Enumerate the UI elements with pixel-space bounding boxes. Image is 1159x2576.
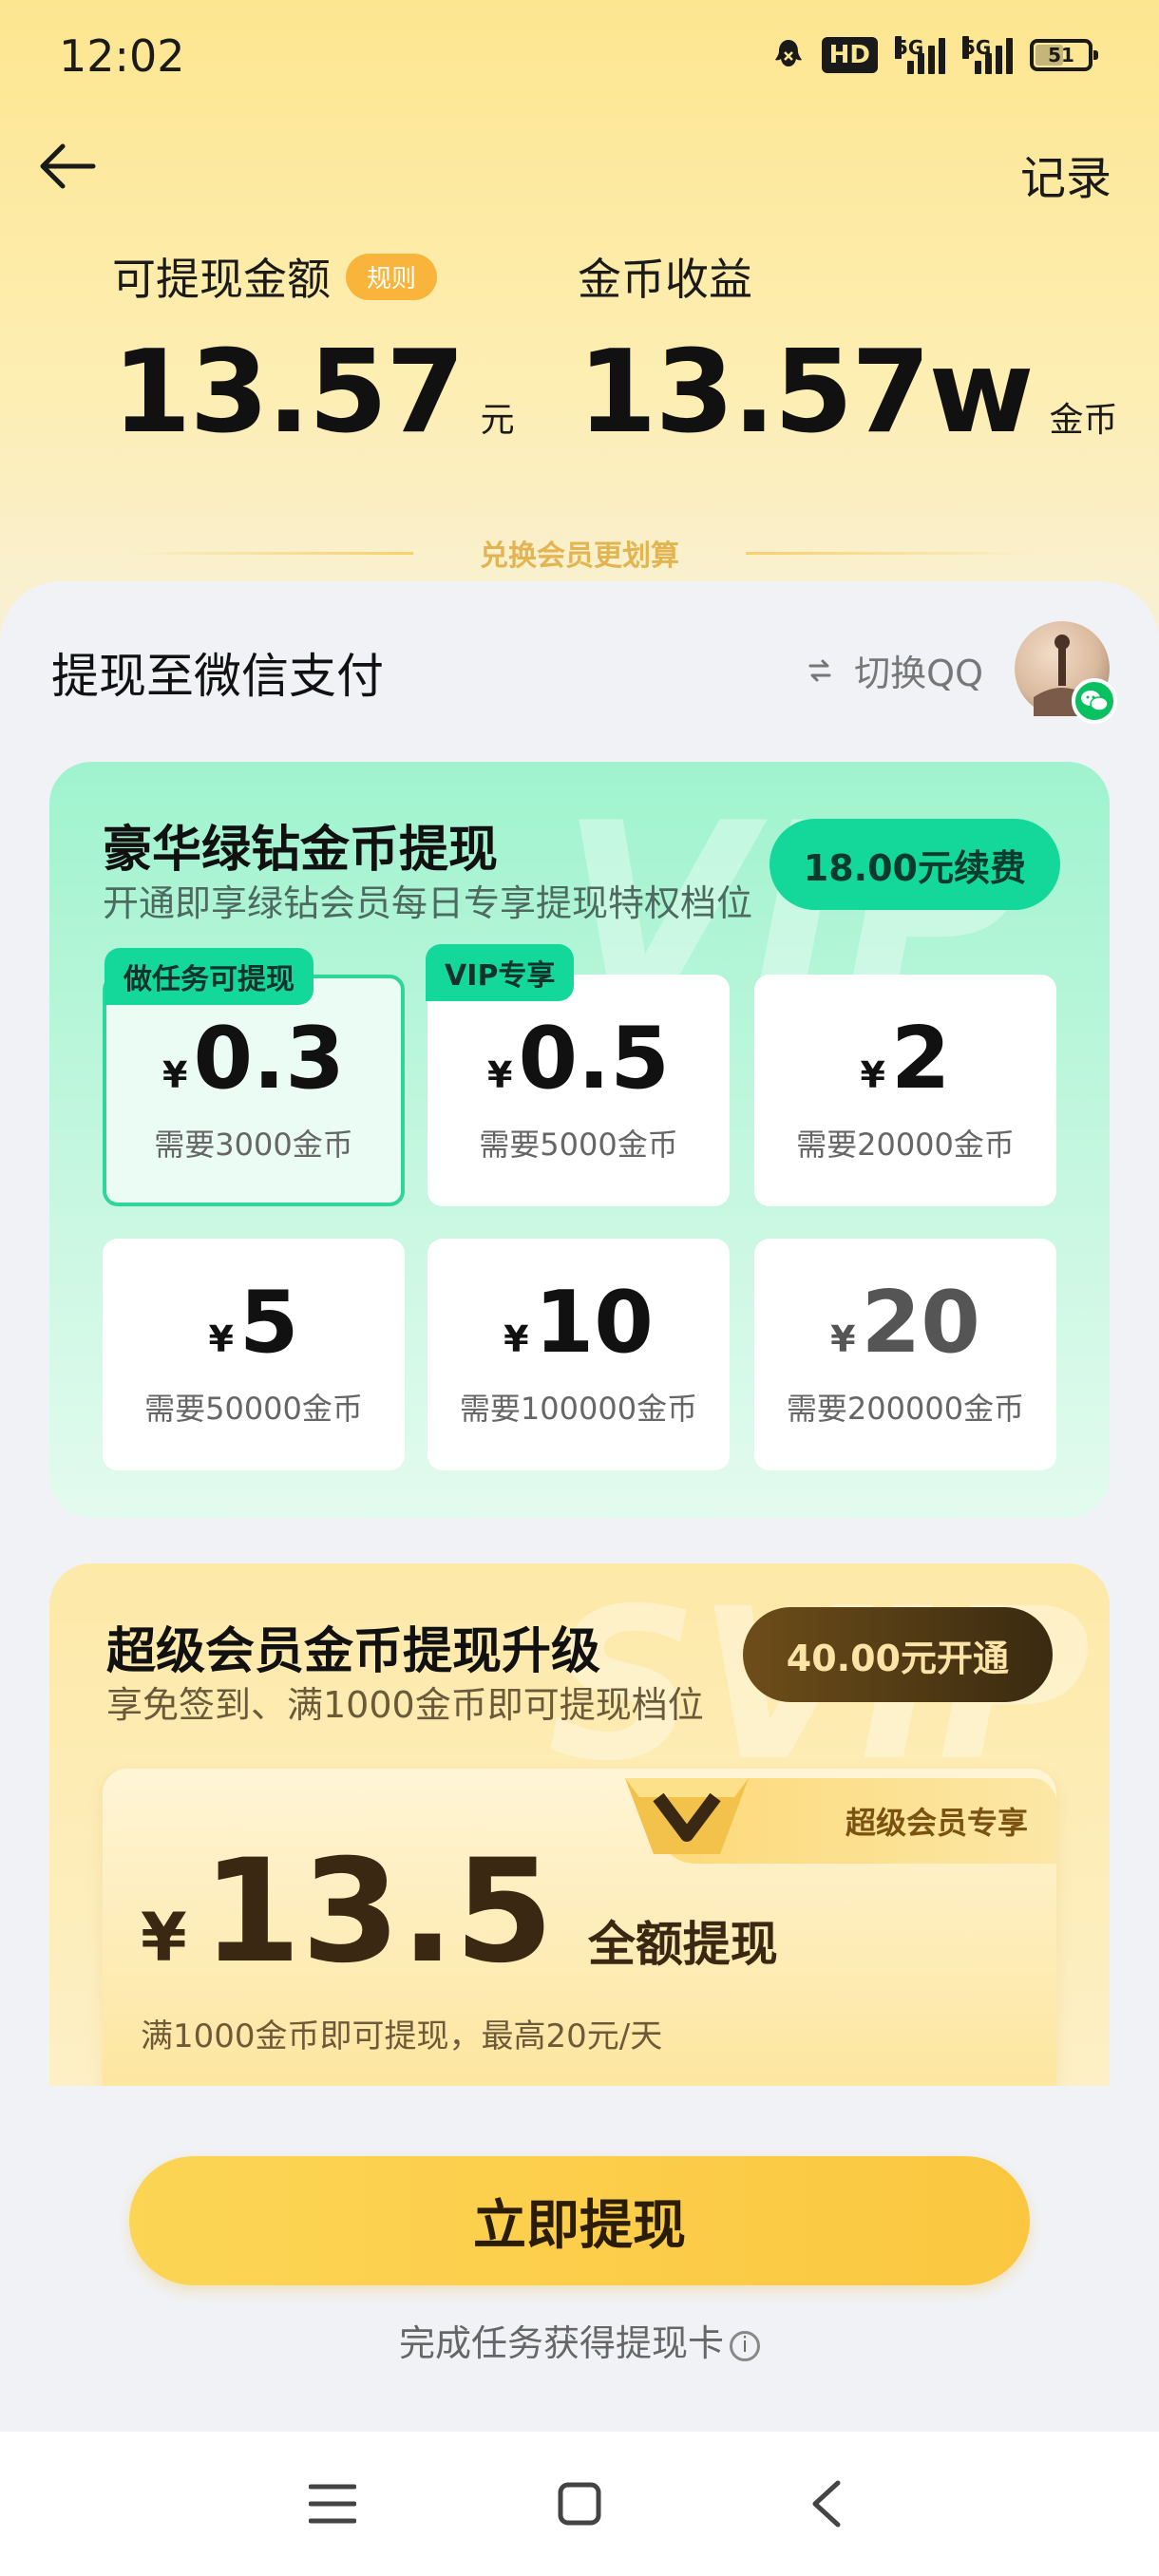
vip-title: 豪华绿钻金币提现 [103,822,499,879]
tier-option[interactable]: ¥20 需要200000金币 [754,1239,1056,1470]
swap-icon [808,659,831,681]
tier-amount: 0.3 [193,1009,345,1108]
tier-option[interactable]: ¥10 需要100000金币 [428,1239,730,1470]
record-link[interactable]: 记录 [1020,141,1112,207]
signal-icon: 5G [895,36,945,74]
tier-tag: 做任务可提现 [104,948,314,1005]
svip-offer-card[interactable]: 超级会员专享 ¥ 13.5 全额提现 满1000金币即可提现，最高20元/天 [103,1769,1056,2086]
avatar[interactable] [1015,621,1117,724]
divider-left [128,551,413,555]
withdrawable-value: 13.57 [112,327,466,459]
status-bar: 12:02 HD 5G 5G 51 [0,0,1159,114]
battery-icon: 51 [1030,39,1098,71]
coin-unit: 金币 [1049,401,1118,440]
task-hint[interactable]: 完成任务获得提现卡 i [0,2314,1159,2366]
menu-nav-button[interactable] [299,2471,366,2537]
home-nav-button[interactable] [546,2471,613,2537]
rule-badge[interactable]: 规则 [346,253,438,300]
vip-subtitle: 开通即享绿钻会员每日专享提现特权档位 [103,882,753,924]
tier-option[interactable]: VIP专享 ¥0.5 需要5000金币 [426,944,730,1206]
tier-amount: 5 [238,1273,299,1373]
svip-note: 满1000金币即可提现，最高20元/天 [141,2017,663,2055]
back-chevron-icon [812,2480,841,2528]
menu-icon [309,2484,356,2524]
qq-notification-icon [774,40,802,66]
task-hint-text: 完成任务获得提现卡 [398,2322,724,2364]
switch-qq-button[interactable]: 切换QQ [807,644,983,696]
svip-title: 超级会员金币提现升级 [106,1623,601,1680]
tier-tag: VIP专享 [426,944,575,1001]
wechat-icon [1072,678,1117,724]
signal-icon-secondary: 5G [962,36,1013,74]
tier-requirement: 需要50000金币 [144,1391,363,1427]
svip-subtitle: 享免签到、满1000金币即可提现档位 [106,1684,704,1726]
withdrawable-unit: 元 [480,401,515,440]
withdrawable-balance: 可提现金额 规则 13.57 元 [112,245,515,450]
svip-full-label: 全额提现 [587,1917,778,1972]
tier-option[interactable]: 做任务可提现 ¥0.3 需要3000金币 [103,948,405,1206]
tier-requirement: 需要3000金币 [154,1127,353,1163]
tier-amount: 20 [861,1273,980,1373]
switch-qq-label: 切换QQ [854,653,983,694]
tier-amount: 2 [890,1009,951,1108]
info-icon: i [730,2330,760,2361]
tier-requirement: 需要200000金币 [786,1391,1025,1427]
renew-button[interactable]: 18.00元续费 [769,819,1060,910]
withdraw-target-label: 提现至微信支付 [51,649,384,704]
svip-card: SVIP 超级会员金币提现升级 享免签到、满1000金币即可提现档位 40.00… [49,1563,1110,2086]
back-nav-button[interactable] [793,2471,860,2537]
withdrawable-label: 可提现金额 [112,254,331,305]
tier-amount: 10 [534,1273,654,1373]
vip-green-card: VIP 豪华绿钻金币提现 开通即享绿钻会员每日专享提现特权档位 18.00元续费… [49,762,1110,1518]
divider-right [746,551,1031,555]
tier-amount: 0.5 [518,1009,670,1108]
tier-option[interactable]: ¥2 需要20000金币 [754,975,1056,1206]
exchange-banner[interactable]: 兑换会员更划算 [0,532,1159,574]
tier-option[interactable]: ¥5 需要50000金币 [103,1239,405,1470]
back-arrow-icon[interactable] [34,133,101,199]
status-time: 12:02 [59,30,185,82]
status-icons: HD 5G 5G 51 [772,36,1098,74]
tier-requirement: 需要20000金币 [796,1127,1015,1163]
tier-requirement: 需要5000金币 [479,1127,678,1163]
hd-voice-badge: HD [821,37,878,73]
svip-open-button[interactable]: 40.00元开通 [742,1607,1053,1702]
svip-amount: 13.5 [201,1829,554,1995]
coin-earnings: 金币收益 13.57w 金币 [578,245,1117,450]
coin-value: 13.57w [578,327,1034,459]
exchange-text: 兑换会员更划算 [480,540,679,573]
tier-requirement: 需要100000金币 [459,1391,698,1427]
coin-label: 金币收益 [578,254,752,305]
home-square-icon [558,2482,601,2526]
withdraw-now-button[interactable]: 立即提现 [129,2156,1030,2285]
system-nav-bar [0,2432,1159,2576]
